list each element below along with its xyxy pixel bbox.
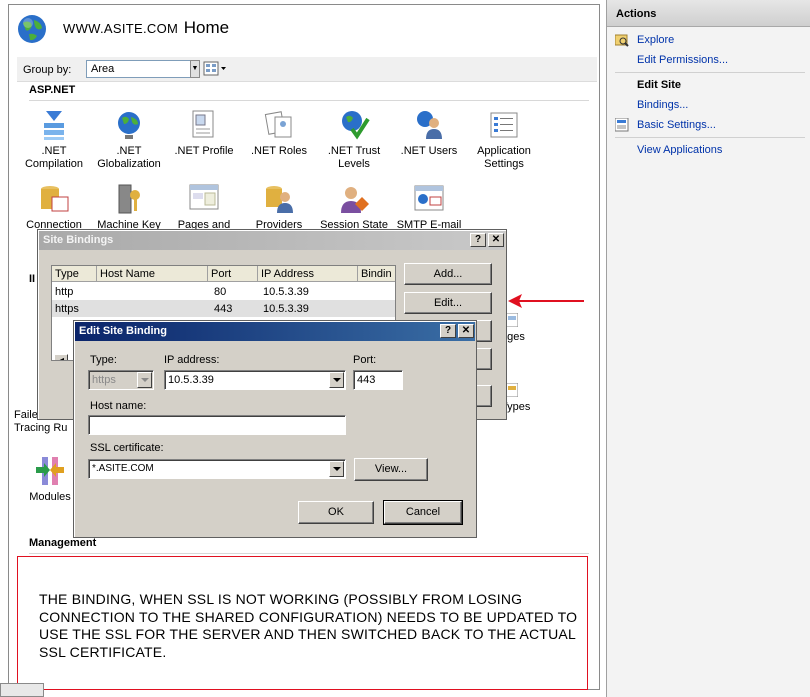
view-applications-clip: View Applications (607, 143, 810, 155)
trust-icon (342, 111, 370, 140)
arrow-icon (508, 294, 584, 308)
annotation-box: THE BINDING, WHEN SSL IS NOT WORKING (PO… (17, 556, 588, 690)
feature-partial-types[interactable]: Types (501, 383, 551, 414)
chevron-down-icon (137, 372, 152, 388)
ip-address-select[interactable]: 10.5.3.39 (164, 370, 346, 390)
compilation-icon (44, 111, 64, 140)
divider (615, 137, 805, 138)
section-aspnet: ASP.NET (29, 84, 76, 96)
feature-machine-key[interactable]: Machine Key (91, 183, 167, 232)
section-iis: II (29, 273, 36, 285)
basic-settings-link[interactable]: Basic Settings... (637, 119, 716, 131)
database-icon (41, 186, 69, 212)
column-header[interactable]: Type (52, 266, 97, 282)
feature-connection-strings[interactable]: Connection (16, 183, 92, 232)
group-by-bar: Group by: Area ▼ (17, 57, 597, 82)
profile-icon (192, 110, 214, 138)
feature-net-compilation[interactable]: .NET Compilation (16, 109, 92, 171)
feature-providers[interactable]: Providers (241, 183, 317, 232)
providers-icon (266, 186, 293, 213)
edit-binding-titlebar: Edit Site Binding ? ✕ (75, 322, 475, 341)
add-binding-button[interactable]: Add... (404, 263, 492, 285)
ssl-certificate-label: SSL certificate: (90, 442, 164, 454)
modules-icon (36, 457, 64, 485)
help-icon[interactable]: ? (440, 324, 456, 338)
group-by-label: Group by: (23, 64, 72, 76)
feature-net-globalization[interactable]: .NET Globalization (91, 109, 167, 171)
feature-partial-ages[interactable]: ages (501, 313, 551, 344)
feature-application-settings[interactable]: Application Settings (466, 109, 542, 171)
host-name-label: Host name: (90, 400, 147, 412)
feature-net-roles[interactable]: .NET Roles (241, 109, 317, 158)
users-icon (417, 111, 442, 139)
remove-binding-button[interactable] (476, 320, 492, 342)
settings-list-icon (490, 112, 518, 138)
chevron-down-icon (329, 372, 344, 388)
pages-icon (189, 184, 219, 210)
site-bindings-titlebar: Site Bindings ? ✕ (39, 231, 505, 250)
actions-pane: Actions Explore Edit Permissions... Edit… (606, 0, 810, 697)
chevron-down-icon (329, 461, 344, 477)
port-label: Port: (353, 354, 377, 366)
column-header[interactable]: Bindin (358, 266, 395, 282)
feature-net-trust-levels[interactable]: .NET Trust Levels (316, 109, 392, 171)
explore-link[interactable]: Explore (637, 34, 674, 46)
edit-site-binding-dialog: Edit Site Binding ? ✕ Type: https IP add… (73, 320, 477, 538)
edit-site-heading: Edit Site (637, 79, 682, 91)
port-field[interactable]: 443 (353, 370, 403, 390)
page-icon (506, 313, 518, 327)
chevron-down-icon: ▼ (190, 60, 200, 78)
smtp-icon (414, 185, 444, 211)
browse-binding-button[interactable] (476, 348, 492, 370)
mime-types-icon (506, 383, 518, 397)
divider (615, 72, 805, 73)
divider (29, 553, 589, 554)
close-dialog-button[interactable] (476, 385, 492, 407)
bindings-link[interactable]: Bindings... (637, 99, 688, 111)
column-header[interactable]: IP Address (258, 266, 358, 282)
page-title: WWW.ASITE.COM Home (63, 18, 230, 37)
ok-button[interactable]: OK (298, 501, 374, 524)
view-mode-icon[interactable] (203, 61, 227, 77)
section-management: Management (29, 537, 97, 549)
settings-icon (615, 118, 629, 132)
edit-permissions-link[interactable]: Edit Permissions... (637, 54, 728, 66)
feature-pages-and-controls[interactable]: Pages and (166, 183, 242, 232)
edit-binding-button[interactable]: Edit... (404, 292, 492, 314)
view-applications-link[interactable]: View Applications (637, 144, 722, 155)
explore-icon (615, 34, 629, 47)
divider (29, 100, 589, 101)
group-by-select[interactable]: Area ▼ (86, 60, 200, 78)
ssl-certificate-select[interactable]: *.ASITE.COM (88, 459, 346, 479)
close-icon[interactable]: ✕ (458, 324, 474, 338)
machine-key-icon (118, 184, 140, 214)
feature-net-profile[interactable]: .NET Profile (166, 109, 242, 158)
view-certificate-button[interactable]: View... (354, 458, 428, 481)
feature-net-users[interactable]: .NET Users (391, 109, 467, 158)
type-select[interactable]: https (88, 370, 154, 390)
actions-title: Actions (607, 0, 810, 27)
session-state-icon (341, 187, 369, 213)
help-icon[interactable]: ? (470, 233, 486, 247)
feature-session-state[interactable]: Session State (316, 183, 392, 232)
host-name-field[interactable] (88, 415, 346, 435)
column-header[interactable]: Host Name (97, 266, 208, 282)
globe-icon (118, 112, 140, 139)
type-label: Type: (90, 354, 117, 366)
cancel-button[interactable]: Cancel (383, 500, 463, 525)
column-header[interactable]: Port (208, 266, 258, 282)
ip-address-label: IP address: (164, 354, 220, 366)
globe-icon (18, 15, 46, 43)
roles-icon (264, 111, 292, 138)
status-bar (0, 683, 44, 697)
close-icon[interactable]: ✕ (488, 233, 504, 247)
feature-smtp-email[interactable]: SMTP E-mail (391, 183, 467, 232)
annotation-text: THE BINDING, WHEN SSL IS NOT WORKING (PO… (39, 591, 578, 660)
scroll-left-icon[interactable]: ◀ (54, 354, 68, 360)
